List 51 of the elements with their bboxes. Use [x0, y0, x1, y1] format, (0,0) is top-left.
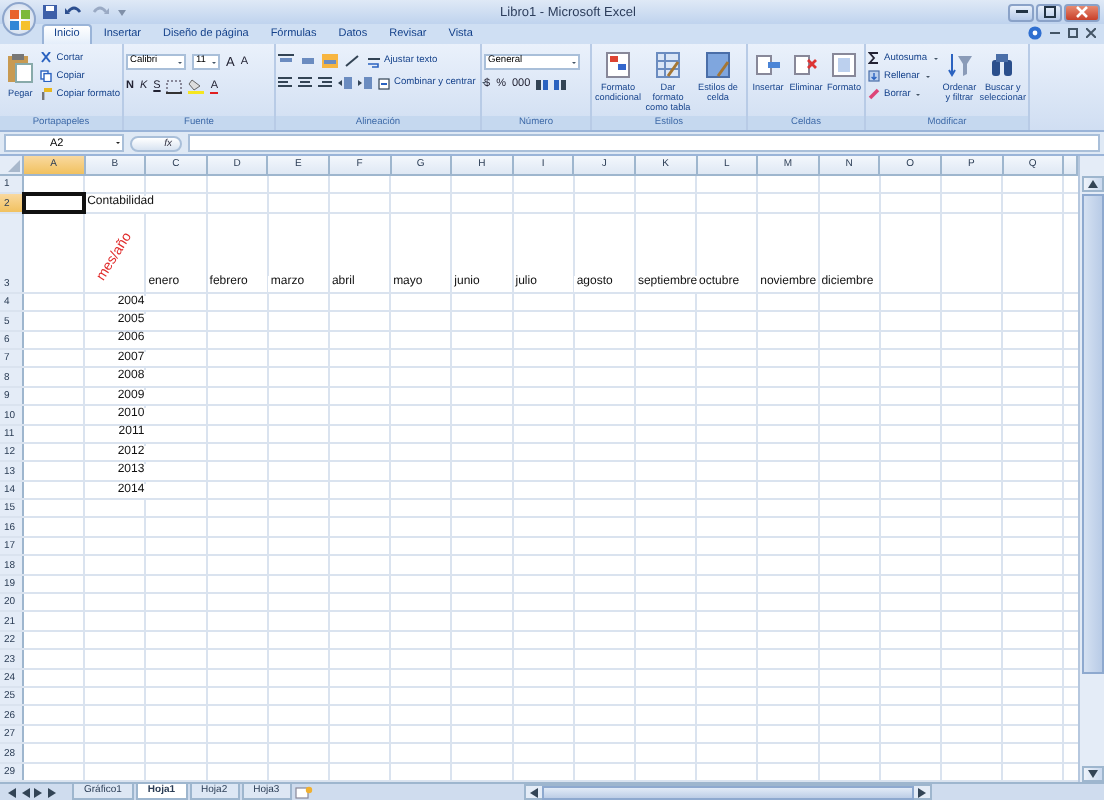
scroll-thumb[interactable]: [1081, 194, 1103, 674]
format-cells-icon: [832, 52, 856, 78]
border-icon[interactable]: [166, 79, 183, 93]
sigma-icon: [868, 52, 880, 64]
office-button[interactable]: [2, 2, 36, 36]
table-icon: [656, 52, 680, 78]
dropdown-icon[interactable]: [116, 4, 128, 20]
delete-cells-icon: [794, 52, 818, 78]
down-arrow-icon: [1087, 770, 1097, 778]
orientation-icon[interactable]: [344, 54, 362, 68]
horizontal-scrollbar[interactable]: [523, 784, 932, 800]
wrap-text-icon: [368, 55, 380, 67]
restore-icon[interactable]: [1068, 28, 1078, 38]
align-middle-icon[interactable]: [300, 54, 316, 68]
align-text-icon[interactable]: [298, 76, 312, 90]
close-icon: [1076, 6, 1088, 18]
minimize-button[interactable]: [1008, 3, 1034, 21]
increase-decimal-icon[interactable]: [536, 78, 549, 92]
binoculars-icon: [990, 52, 1015, 78]
cell-styles-icon: [706, 52, 730, 78]
minimize-icon: [1015, 10, 1027, 14]
formula-input[interactable]: [188, 134, 1100, 152]
maximize-icon: [1043, 6, 1055, 18]
scroll-thumb[interactable]: [541, 785, 914, 799]
merge-cells-icon: [378, 77, 390, 89]
insert-cells-icon: [756, 52, 780, 78]
close-icon[interactable]: [1086, 28, 1096, 38]
conditional-format-icon: [606, 52, 630, 78]
increase-indent-icon[interactable]: [358, 76, 372, 90]
undo-icon[interactable]: [64, 4, 84, 20]
scissors-icon: [40, 52, 53, 64]
eraser-icon: [868, 88, 880, 100]
decrease-decimal-icon[interactable]: [554, 78, 567, 92]
vertical-scrollbar[interactable]: [1078, 156, 1104, 782]
fill-color-icon[interactable]: [188, 78, 205, 94]
save-icon[interactable]: [42, 4, 58, 20]
align-top-icon[interactable]: [278, 54, 294, 68]
maximize-button[interactable]: [1036, 3, 1062, 21]
copy-icon: [40, 70, 53, 82]
help-icon[interactable]: [1028, 26, 1042, 40]
scroll-up-button[interactable]: [1081, 176, 1103, 192]
sort-filter-icon: [947, 52, 972, 78]
up-arrow-icon: [1087, 180, 1097, 188]
align-text-icon[interactable]: [318, 76, 332, 90]
scroll-down-button[interactable]: [1081, 766, 1103, 782]
align-text-icon[interactable]: [278, 76, 292, 90]
clipboard-icon: [6, 52, 35, 84]
brush-icon: [40, 88, 53, 100]
decrease-indent-icon[interactable]: [338, 76, 352, 90]
close-button[interactable]: [1064, 3, 1100, 21]
active-cell[interactable]: [22, 192, 86, 214]
